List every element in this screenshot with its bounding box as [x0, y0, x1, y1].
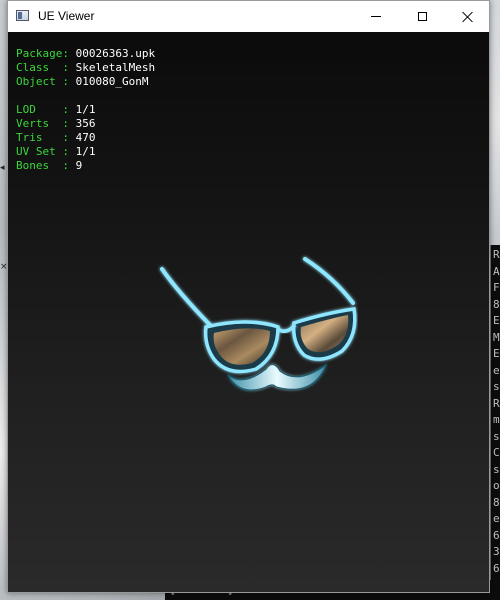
- console-side-line: R: [493, 248, 500, 261]
- console-side-line: s: [493, 380, 500, 393]
- console-side-line: s: [493, 429, 500, 443]
- console-side-line: 8: [493, 297, 500, 311]
- tris-value: 470: [75, 131, 96, 144]
- object-info-block: Package: 00026363.upk Class : SkeletalMe…: [16, 47, 155, 89]
- object-value: 010080_GonM: [75, 75, 149, 88]
- console-side-line: 3: [493, 545, 500, 558]
- tris-label: Tris :: [16, 131, 69, 144]
- console-side-line: e: [493, 512, 500, 525]
- package-value: 00026363.upk: [75, 47, 156, 60]
- console-side-line: A: [493, 264, 500, 278]
- background-console-window[interactable]: RAF8EMEesRmsCso8e636: [490, 245, 500, 600]
- lod-label: LOD :: [16, 103, 69, 116]
- verts-label: Verts :: [16, 117, 69, 130]
- class-value: SkeletalMesh: [75, 61, 156, 74]
- class-label: Class :: [16, 61, 69, 74]
- lod-value: 1/1: [75, 103, 96, 116]
- glasses-mustache-mesh[interactable]: [148, 247, 358, 397]
- console-side-line: s: [493, 462, 500, 476]
- close-icon: [462, 11, 474, 23]
- minimize-icon: [371, 16, 381, 17]
- title-bar[interactable]: UE Viewer: [8, 1, 489, 32]
- console-side-line: 8: [493, 495, 500, 509]
- minimize-button[interactable]: [353, 1, 399, 32]
- mesh-stats-block: LOD : 1/1 Verts : 356 Tris : 470 UV Set …: [16, 103, 95, 173]
- console-side-line: C: [493, 446, 500, 459]
- edge-marker-top: ◂: [0, 163, 5, 173]
- 3d-viewport[interactable]: Package: 00026363.upk Class : SkeletalMe…: [8, 32, 489, 592]
- bones-value: 9: [75, 159, 83, 172]
- console-side-line: m: [493, 413, 500, 426]
- console-side-line: 6: [493, 561, 500, 575]
- bones-label: Bones :: [16, 159, 69, 172]
- uvset-label: UV Set :: [16, 145, 69, 158]
- console-side-line: M: [493, 330, 500, 344]
- window-title: UE Viewer: [38, 9, 95, 23]
- console-side-line: o: [493, 479, 500, 492]
- console-side-line: 6: [493, 528, 500, 542]
- uvset-value: 1/1: [75, 145, 96, 158]
- close-button[interactable]: [445, 1, 491, 32]
- console-side-line: e: [493, 363, 500, 377]
- ue-viewer-window[interactable]: UE Viewer Package: 00026363.upk Class : …: [7, 0, 490, 593]
- package-label: Package:: [16, 47, 69, 60]
- maximize-icon: [417, 12, 427, 21]
- object-label: Object :: [16, 75, 69, 88]
- console-side-line: E: [493, 314, 500, 327]
- verts-value: 356: [75, 117, 96, 130]
- app-window-icon[interactable]: [16, 10, 29, 21]
- maximize-button[interactable]: [399, 1, 445, 32]
- console-side-line: E: [493, 347, 500, 360]
- console-side-line: R: [493, 396, 500, 410]
- console-side-line: F: [493, 281, 500, 294]
